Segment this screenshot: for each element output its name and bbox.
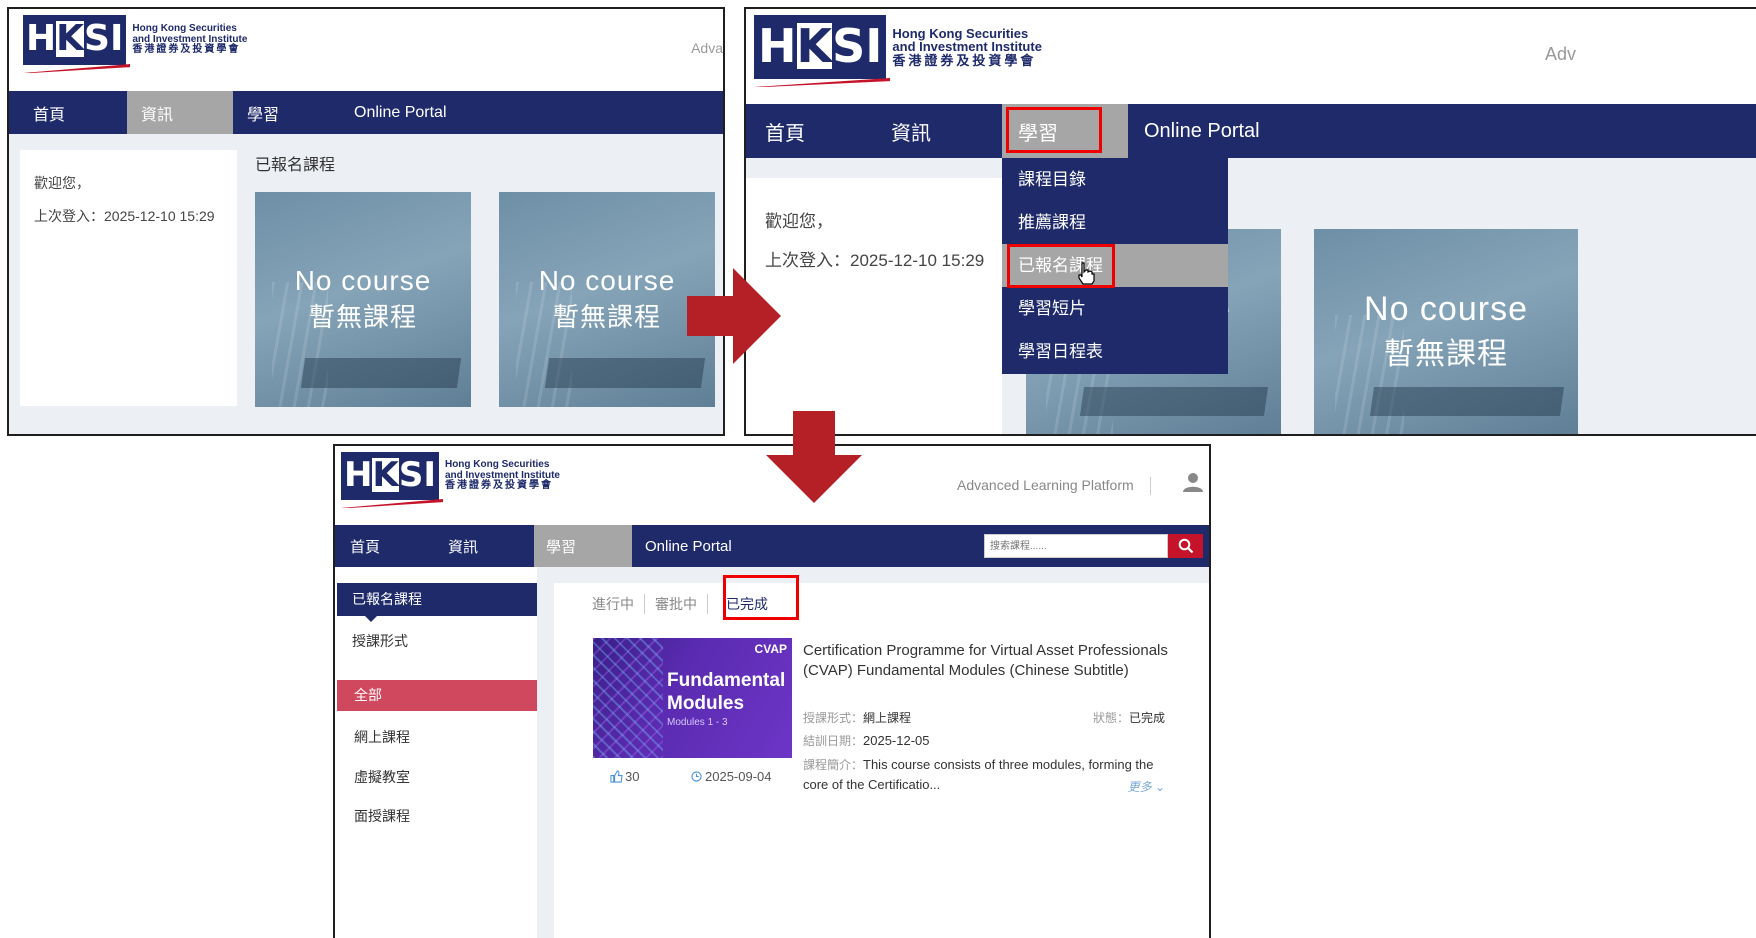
main-panel: 進行中 審批中 已完成 CVAP Fundamental Modules Mod… (554, 575, 1209, 938)
thumb-title-1: Fundamental (667, 670, 786, 691)
content-area: 歡迎您， 上次登入：2025-12-10 15:29 No course 暫無課… (746, 158, 1756, 434)
panel-step-3: HKSI Hong Kong Securities and Investment… (335, 446, 1209, 938)
panel-step-1: HKSI Hong Kong Securities and Investment… (9, 9, 723, 434)
hksi-logo[interactable]: HKSI Hong Kong Securities and Investment… (341, 452, 560, 508)
sidebar-item-online[interactable]: 網上課程 (354, 727, 410, 747)
platform-name[interactable]: Advanced Learning Platform (957, 477, 1134, 493)
dropdown-item-videos[interactable]: 學習短片 (1002, 287, 1228, 330)
sidebar-title[interactable]: 已報名課程 (337, 583, 537, 616)
no-course-tile[interactable]: No course 暫無課程 (1314, 229, 1578, 434)
right-arrow-icon (687, 268, 781, 364)
logo-en-line1: Hong Kong Securities (892, 25, 1029, 41)
search-input[interactable] (984, 534, 1168, 558)
welcome-card: 歡迎您， 上次登入：2025-12-10 15:29 (20, 150, 237, 406)
sidebar-group-label: 授課形式 (352, 633, 408, 649)
thumbs-up-icon (610, 770, 623, 783)
thumb-brand: CVAP (754, 642, 787, 656)
content-area: 歡迎您， 上次登入：2025-12-10 15:29 已報名課程 No cour… (9, 134, 723, 434)
hksi-logo[interactable]: HKSI Hong Kong Securities and Investment… (754, 15, 1042, 87)
like-count[interactable]: 30 (610, 769, 639, 784)
hksi-logo[interactable]: HKSI Hong Kong Securities and Investment… (23, 15, 247, 73)
nav-learning[interactable]: 學習 (534, 525, 632, 567)
nav-home[interactable]: 首頁 (746, 104, 872, 158)
nav-online-portal[interactable]: Online Portal (340, 91, 500, 134)
course-title[interactable]: Certification Programme for Virtual Asse… (803, 641, 1173, 680)
nav-home[interactable]: 首頁 (335, 525, 433, 567)
last-login: 上次登入：2025-12-10 15:29 (765, 251, 985, 270)
thumb-circuit-art (593, 638, 663, 758)
header-right-link[interactable]: Adv (1545, 44, 1576, 65)
sidebar-title-pointer (365, 616, 377, 622)
nav-online-portal[interactable]: Online Portal (632, 525, 792, 567)
header-right-link[interactable]: Adva (691, 40, 723, 56)
nav-home[interactable]: 首頁 (9, 91, 127, 134)
left-sidebar: 已報名課程 授課形式 全部 網上課程 虛擬教室 面授課程 (335, 567, 537, 938)
logo-en-line2: and Investment Institute (892, 39, 1042, 55)
highlight-completed-tab (723, 575, 799, 620)
content-area: 已報名課程 授課形式 全部 網上課程 虛擬教室 面授課程 進行中 審批中 已完成… (335, 567, 1209, 938)
nav-online-portal[interactable]: Online Portal (1128, 104, 1328, 158)
welcome-text: 歡迎您， (765, 212, 833, 231)
down-arrow-icon (766, 411, 862, 503)
dropdown-item-course-catalog[interactable]: 課程目錄 (1002, 158, 1228, 201)
course-format: 授課形式：網上課程 (803, 711, 912, 725)
thumb-title-2: Modules (667, 693, 745, 714)
highlight-enrolled-item (1007, 244, 1115, 288)
welcome-card: 歡迎您， 上次登入：2025-12-10 15:29 (746, 178, 1002, 434)
nav-news[interactable]: 資訊 (433, 525, 534, 567)
last-login: 上次登入：2025-12-10 15:29 (34, 208, 215, 224)
logo-zh: 香港證券及投資學會 (892, 52, 1037, 68)
nav-learning[interactable]: 學習 (233, 91, 340, 134)
welcome-text: 歡迎您， (34, 175, 90, 191)
course-end-date: 結訓日期：2025-12-05 (803, 733, 930, 748)
dropdown-item-schedule[interactable]: 學習日程表 (1002, 330, 1228, 373)
logo-zh: 香港證券及投資學會 (132, 44, 241, 56)
panel-step-2: HKSI Hong Kong Securities and Investment… (746, 9, 1756, 434)
main-nav: 首頁 資訊 學習 Online Portal (746, 104, 1756, 158)
no-course-tile[interactable]: No course 暫無課程 (255, 192, 471, 407)
chevron-down-icon: ⌄ (1154, 780, 1165, 794)
enroll-date: 2025-09-04 (691, 769, 772, 784)
search-button[interactable] (1168, 534, 1203, 558)
sidebar-item-classroom[interactable]: 面授課程 (354, 806, 410, 826)
tab-pending[interactable]: 審批中 (645, 594, 708, 614)
header-divider (1150, 477, 1151, 495)
main-nav: 首頁 資訊 學習 Online Portal (9, 91, 723, 134)
logo-zh: 香港證券及投資學會 (444, 480, 553, 492)
search-box (984, 534, 1203, 558)
nav-news[interactable]: 資訊 (872, 104, 1002, 158)
user-icon[interactable] (1182, 471, 1204, 498)
no-course-tile[interactable]: No course 暫無課程 (499, 192, 715, 407)
search-icon (1178, 538, 1193, 554)
course-thumbnail[interactable]: CVAP Fundamental Modules Modules 1 - 3 (593, 638, 792, 758)
course-intro: 課程簡介：This course consists of three modul… (803, 757, 1154, 792)
enrolled-heading: 已報名課程 (255, 157, 336, 174)
course-status: 狀態：已完成 (1092, 711, 1165, 725)
nav-news[interactable]: 資訊 (127, 91, 233, 134)
hand-cursor-icon (1076, 261, 1096, 290)
more-link[interactable]: 更多 ⌄ (1128, 778, 1165, 795)
thumb-subtitle: Modules 1 - 3 (667, 717, 728, 728)
highlight-nav-learning (1006, 107, 1102, 153)
sidebar-item-all[interactable]: 全部 (337, 680, 537, 711)
clock-icon (691, 771, 702, 782)
sidebar-item-virtual[interactable]: 虛擬教室 (354, 767, 410, 787)
tab-in-progress[interactable]: 進行中 (592, 594, 645, 614)
dropdown-item-recommended[interactable]: 推薦課程 (1002, 201, 1228, 244)
